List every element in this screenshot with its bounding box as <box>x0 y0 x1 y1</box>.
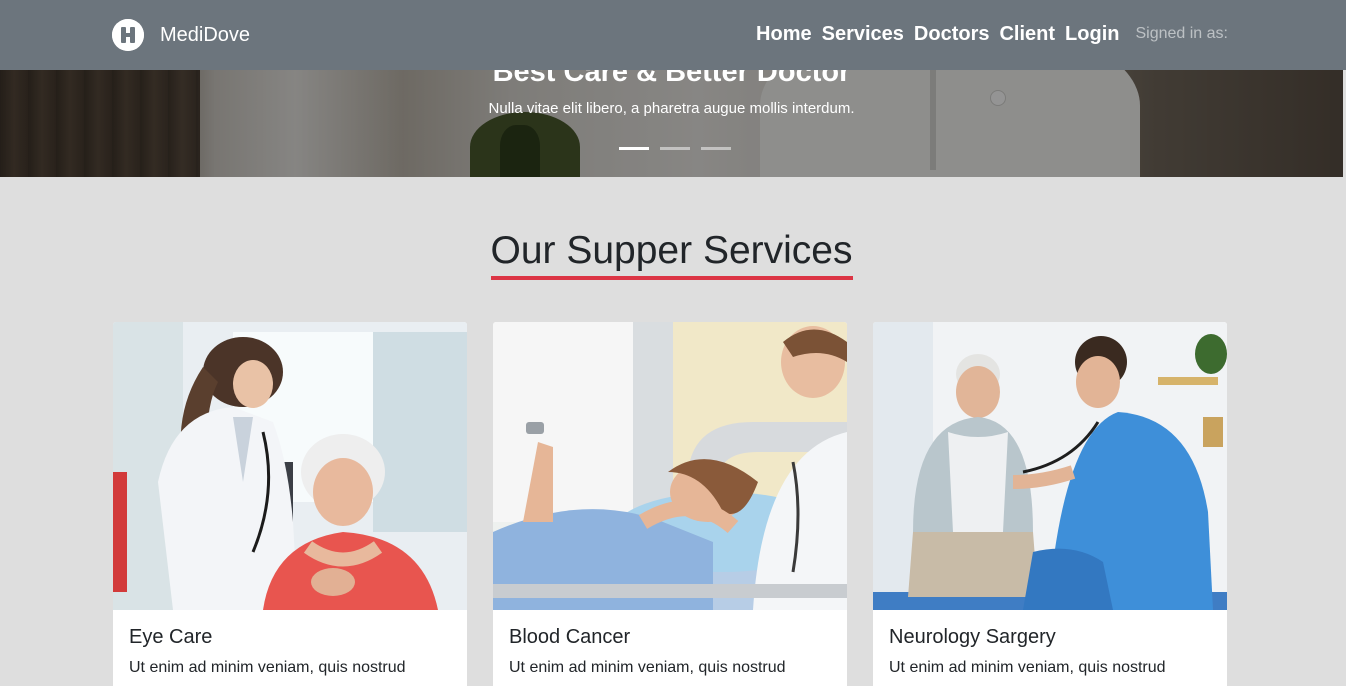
services-section-heading: Our Supper Services <box>0 228 1343 280</box>
patient-in-hospital-bed-image <box>493 322 847 610</box>
doctor-examining-patient-image <box>113 322 467 610</box>
nav-link-services[interactable]: Services <box>822 21 904 47</box>
brand-link[interactable]: MediDove <box>112 18 250 52</box>
page: Best Care & Better Doctor Nulla vitae el… <box>0 0 1346 686</box>
nav-link-home[interactable]: Home <box>756 21 812 47</box>
brand-name: MediDove <box>160 24 251 46</box>
service-card-body: Neurology Sargery Ut enim ad minim venia… <box>873 610 1227 686</box>
service-card-image <box>113 322 467 610</box>
carousel-indicator-1[interactable] <box>619 147 649 150</box>
service-card-title: Eye Care <box>129 626 213 648</box>
nav-links: Home Services Doctors Client Login Signe… <box>756 21 1228 47</box>
hero-caption: Nulla vitae elit libero, a pharetra augu… <box>488 100 855 117</box>
services-heading: Our Supper Services <box>490 228 853 280</box>
service-card-title: Blood Cancer <box>509 626 631 648</box>
service-card-title: Neurology Sargery <box>889 626 1056 648</box>
service-card-text: Ut enim ad minim veniam, quis nostrud <box>129 659 406 676</box>
carousel-indicator-3[interactable] <box>701 147 731 150</box>
service-card-blood-cancer[interactable]: Blood Cancer Ut enim ad minim veniam, qu… <box>493 322 847 686</box>
carousel-indicators <box>619 147 731 150</box>
doctor-with-stethoscope-image <box>873 322 1227 610</box>
service-card-image <box>873 322 1227 610</box>
service-card-neurology-sargery[interactable]: Neurology Sargery Ut enim ad minim venia… <box>873 322 1227 686</box>
service-card-text: Ut enim ad minim veniam, quis nostrud <box>509 659 786 676</box>
service-card-image <box>493 322 847 610</box>
nav-link-doctors[interactable]: Doctors <box>914 21 990 47</box>
signed-in-text: Signed in as: <box>1135 25 1228 42</box>
service-card-body: Blood Cancer Ut enim ad minim veniam, qu… <box>493 610 847 686</box>
service-card-text: Ut enim ad minim veniam, quis nostrud <box>889 659 1166 676</box>
service-card-eye-care[interactable]: Eye Care Ut enim ad minim veniam, quis n… <box>113 322 467 686</box>
carousel-indicator-2[interactable] <box>660 147 690 150</box>
navbar: MediDove Home Services Doctors Client Lo… <box>0 0 1346 70</box>
nav-link-client[interactable]: Client <box>999 21 1055 47</box>
service-card-body: Eye Care Ut enim ad minim veniam, quis n… <box>113 610 467 686</box>
nav-link-login[interactable]: Login <box>1065 21 1119 47</box>
hospital-logo-icon <box>112 19 144 51</box>
